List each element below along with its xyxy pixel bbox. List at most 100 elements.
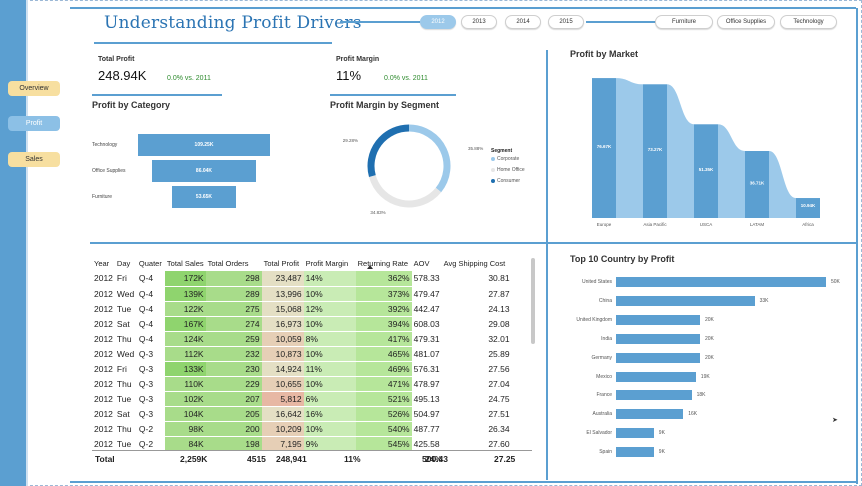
table-cell: 540% [355, 421, 412, 437]
detail-table: Year Day Quater Total Sales Total Orders Tota… [92, 255, 512, 452]
country-bar-mexico[interactable] [616, 371, 696, 382]
table-cell: 139K [164, 286, 206, 302]
table-cell: Tue [114, 436, 137, 452]
segment-legend-title: Segment [491, 148, 513, 154]
table-cell: 10,059 [261, 331, 304, 347]
table-cell: 200 [205, 421, 262, 437]
table-row[interactable]: 2012 Fri Q-3 133K 230 14,924 11% 469% 576.31 27.5… [92, 361, 512, 377]
donut-slice-consumer[interactable] [367, 124, 410, 178]
country-bar-india[interactable] [616, 333, 700, 344]
table-row[interactable]: 2012 Thu Q-2 98K 200 10,209 10% 540% 487.77 26.34 [92, 421, 512, 437]
year-filter-2014[interactable]: 2014 [505, 15, 541, 29]
table-cell: 2012 [92, 391, 115, 407]
table-cell: 15,068 [261, 301, 304, 317]
table-row[interactable]: 2012 Wed Q-3 112K 232 10,873 10% 465% 481.07 25.8… [92, 346, 512, 362]
table-cell: 207 [205, 391, 262, 407]
market-axis-label: USCA [700, 222, 713, 227]
table-cell: 124K [164, 331, 206, 347]
table-cell: 24.75 [441, 391, 512, 407]
country-data-label: 9K [658, 430, 665, 437]
country-bar-germany[interactable] [616, 352, 700, 363]
column-header-day[interactable]: Day [115, 255, 137, 271]
table-cell: 7,195 [261, 436, 304, 452]
year-slicer-line [340, 21, 420, 23]
table-row[interactable]: 2012 Thu Q-3 110K 229 10,655 10% 471% 478.97 27.0… [92, 376, 512, 392]
table-cell: 2012 [92, 331, 115, 347]
table-row[interactable]: 2012 Fri Q-4 172K 298 23,487 14% 362% 578.33 30.8… [92, 271, 512, 287]
table-row[interactable]: 2012 Sat Q-4 167K 274 16,973 10% 394% 608.03 29.0… [92, 316, 512, 332]
column-header-profit-margin[interactable]: Profit Margin [304, 255, 356, 271]
column-header-quater[interactable]: Quater [137, 255, 165, 271]
market-data-label: 73.27K [648, 147, 663, 152]
table-row[interactable]: 2012 Tue Q-4 122K 275 15,068 12% 392% 442.47 24.1… [92, 301, 512, 317]
category-bar-office-supplies[interactable]: 86.04K [152, 160, 256, 182]
table-row[interactable]: 2012 Tue Q-2 84K 198 7,195 9% 545% 425.58 27.60 [92, 436, 512, 452]
table-cell: Q-3 [136, 391, 165, 407]
legend-item-home-office[interactable]: Home Office [491, 167, 525, 173]
market-ribbon [667, 84, 694, 218]
country-label: United States [581, 279, 612, 285]
year-filter-2013[interactable]: 2013 [461, 15, 497, 29]
legend-dot-icon [491, 168, 495, 172]
column-header-total-orders[interactable]: Total Orders [206, 255, 262, 271]
table-cell: 6% [303, 391, 356, 407]
market-axis-label: Asia Pacific [643, 222, 667, 227]
nav-overview-button[interactable]: Overview [8, 81, 60, 96]
country-bar-spain[interactable] [616, 447, 654, 458]
table-cell: 26.34 [441, 421, 512, 437]
table-cell: 172K [164, 271, 206, 287]
country-bar-china[interactable] [616, 295, 755, 306]
table-cell: 2012 [92, 301, 115, 317]
nav-profit-button[interactable]: Profit [8, 116, 60, 131]
table-cell: 8% [303, 331, 356, 347]
table-cell: 417% [355, 331, 412, 347]
year-filter-2015[interactable]: 2015 [548, 15, 584, 29]
table-scrollbar[interactable] [531, 258, 535, 344]
country-bar-united-kingdom[interactable] [616, 314, 700, 325]
legend-item-consumer[interactable]: Consumer [491, 178, 520, 184]
table-row[interactable]: 2012 Thu Q-4 124K 259 10,059 8% 417% 479.31 32.01 [92, 331, 512, 347]
column-header-returning-rate[interactable]: Returning Rate [356, 255, 412, 271]
table-cell: 442.47 [411, 301, 442, 317]
sort-indicator-icon[interactable] [367, 265, 373, 269]
table-row[interactable]: 2012 Wed Q-4 139K 289 13,996 10% 373% 479.47 27.8… [92, 286, 512, 302]
market-data-label: 36.71K [750, 181, 765, 186]
category-filter-office-supplies[interactable]: Office Supplies [717, 15, 775, 29]
table-cell: 495.13 [411, 391, 442, 407]
title-underline [94, 42, 332, 44]
country-bar-australia[interactable] [616, 409, 684, 420]
column-header-total-profit[interactable]: Total Profit [262, 255, 304, 271]
country-data-label: 20K [705, 354, 714, 361]
category-bar-furniture[interactable]: 53.65K [171, 186, 237, 208]
donut-slice-home-office[interactable] [368, 175, 442, 208]
category-bar-technology[interactable]: 109.25K [138, 134, 270, 156]
country-data-label: 16K [688, 411, 698, 418]
table-cell: 481.07 [411, 346, 442, 362]
table-cell: Wed [114, 286, 137, 302]
category-filter-technology[interactable]: Technology [780, 15, 837, 29]
country-bar-el-salvador[interactable] [616, 428, 654, 439]
category-filter-furniture[interactable]: Furniture [655, 15, 713, 29]
column-header-year[interactable]: Year [92, 255, 115, 271]
column-header-total-sales[interactable]: Total Sales [165, 255, 206, 271]
cursor-icon: ➤ [832, 417, 838, 424]
table-cell: 2012 [92, 361, 115, 377]
nav-sales-button[interactable]: Sales [8, 152, 60, 167]
country-bar-france[interactable] [616, 390, 692, 401]
table-cell: 545% [355, 436, 412, 452]
market-axis-label: Europe [597, 222, 612, 227]
donut-slice-corporate[interactable] [408, 124, 451, 193]
year-filter-2012[interactable]: 2012 [420, 15, 456, 29]
table-cell: 112K [164, 346, 206, 362]
country-label: Australia [592, 411, 612, 418]
table-row[interactable]: 2012 Sat Q-3 104K 205 16,642 16% 526% 504.97 27.5… [92, 406, 512, 422]
table-cell: 12% [303, 301, 356, 317]
column-header-aov[interactable]: AOV [412, 255, 442, 271]
table-cell: 23,487 [261, 271, 304, 287]
column-header-avg-shipping-cost[interactable]: Avg Shipping Cost [442, 255, 512, 271]
country-bar-united-states[interactable] [616, 277, 826, 287]
table-row[interactable]: 2012 Tue Q-3 102K 207 5,812 6% 521% 495.13 24.75 [92, 391, 512, 407]
legend-item-corporate[interactable]: Corporate [491, 156, 519, 162]
rail-strip [26, 0, 28, 486]
total-profit-underline [92, 94, 222, 96]
